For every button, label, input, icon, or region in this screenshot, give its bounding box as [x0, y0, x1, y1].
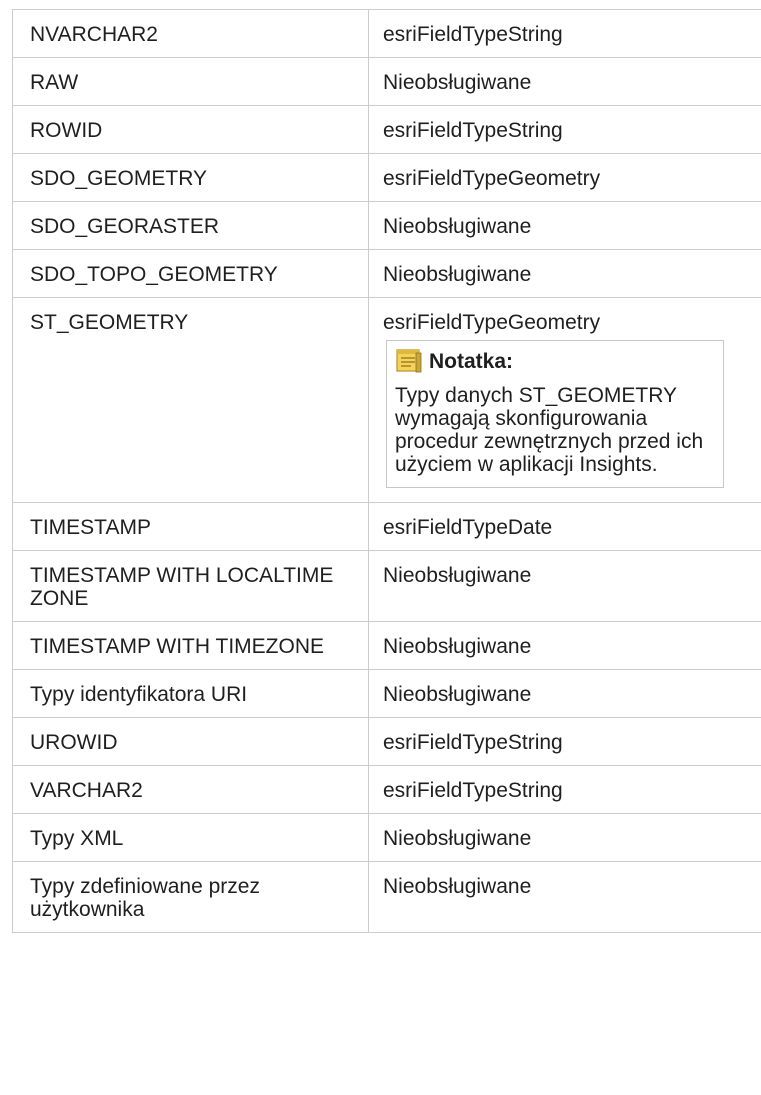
field-type-cell: Nieobsługiwane [368, 621, 761, 670]
field-type-cell: Nieobsługiwane [368, 669, 761, 718]
field-type-cell: esriFieldTypeString [368, 9, 761, 58]
table-row: TIMESTAMP esriFieldTypeDate [12, 502, 761, 551]
table-row: Typy XML Nieobsługiwane [12, 813, 761, 862]
table-row: TIMESTAMP WITH TIMEZONE Nieobsługiwane [12, 621, 761, 670]
note-title: Notatka: [429, 349, 514, 373]
field-type-cell: esriFieldTypeString [368, 765, 761, 814]
data-type-cell: ST_GEOMETRY [12, 297, 369, 503]
note-box: Notatka: Typy danych ST_GEOMETRY wymagaj… [386, 340, 724, 488]
field-type-cell: Nieobsługiwane [368, 201, 761, 250]
field-type-cell: Nieobsługiwane [368, 550, 761, 622]
data-type-cell: TIMESTAMP [12, 502, 369, 551]
data-type-cell: Typy zdefiniowane przez użytkownika [12, 861, 369, 933]
table-row: UROWID esriFieldTypeString [12, 717, 761, 766]
field-type-cell: esriFieldTypeDate [368, 502, 761, 551]
table-row: ROWID esriFieldTypeString [12, 105, 761, 154]
field-type-cell: Nieobsługiwane [368, 813, 761, 862]
note-body: Typy danych ST_GEOMETRY wymagają skonfig… [395, 384, 704, 476]
field-type-cell: esriFieldTypeString [368, 105, 761, 154]
data-type-cell: SDO_TOPO_GEOMETRY [12, 249, 369, 298]
table-row: Typy zdefiniowane przez użytkownika Nieo… [12, 861, 761, 933]
table-row: TIMESTAMP WITH LOCALTIME ZONE Nieobsługi… [12, 550, 761, 622]
data-type-cell: SDO_GEOMETRY [12, 153, 369, 202]
table-row: VARCHAR2 esriFieldTypeString [12, 765, 761, 814]
note-header: Notatka: [395, 348, 715, 374]
field-type-cell: esriFieldTypeString [368, 717, 761, 766]
table-row: Typy identyfikatora URI Nieobsługiwane [12, 669, 761, 718]
data-type-cell: UROWID [12, 717, 369, 766]
table-row: SDO_TOPO_GEOMETRY Nieobsługiwane [12, 249, 761, 298]
data-type-cell: ROWID [12, 105, 369, 154]
data-type-cell: RAW [12, 57, 369, 106]
data-type-cell: TIMESTAMP WITH LOCALTIME ZONE [12, 550, 369, 622]
field-type-cell: Nieobsługiwane [368, 861, 761, 933]
data-type-cell: SDO_GEORASTER [12, 201, 369, 250]
field-type-cell: esriFieldTypeGeometry [368, 297, 761, 503]
table-row: SDO_GEOMETRY esriFieldTypeGeometry [12, 153, 761, 202]
note-icon [395, 348, 423, 374]
data-type-table: NVARCHAR2 esriFieldTypeString RAW Nieobs… [12, 9, 761, 933]
data-type-cell: VARCHAR2 [12, 765, 369, 814]
field-type-cell: esriFieldTypeGeometry [368, 153, 761, 202]
data-type-cell: Typy XML [12, 813, 369, 862]
data-type-cell: TIMESTAMP WITH TIMEZONE [12, 621, 369, 670]
data-type-cell: NVARCHAR2 [12, 9, 369, 58]
data-type-cell: Typy identyfikatora URI [12, 669, 369, 718]
field-type-value: esriFieldTypeGeometry [383, 311, 601, 334]
table-row: NVARCHAR2 esriFieldTypeString [12, 9, 761, 58]
table-row: ST_GEOMETRY esriFieldTypeGeometry Notatk… [12, 297, 761, 503]
table-row: RAW Nieobsługiwane [12, 57, 761, 106]
field-type-cell: Nieobsługiwane [368, 57, 761, 106]
table-row: SDO_GEORASTER Nieobsługiwane [12, 201, 761, 250]
field-type-cell: Nieobsługiwane [368, 249, 761, 298]
